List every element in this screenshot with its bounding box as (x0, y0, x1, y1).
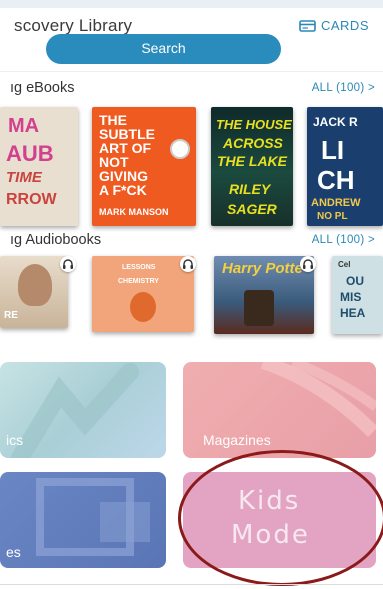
ebook-3-line-2: ACROSS (223, 135, 283, 151)
ebook-2-line-3: ART OF (99, 140, 152, 156)
cards-button[interactable]: CARDS (299, 18, 369, 33)
ebook-2-line-5: GIVING (99, 168, 149, 184)
audiobook-4-line-3: MIS (340, 290, 362, 304)
ebook-2-author: MARK MANSON (99, 207, 169, 217)
ebook-cover-2[interactable]: THE SUBTLE ART OF NOT GIVING A F*CK MARK… (92, 107, 196, 226)
ebook-3-line-3: THE LAKE (217, 153, 287, 169)
audiobook-2-line-2: CHEMISTRY (118, 278, 159, 285)
audiobook-cover-1[interactable]: RE (0, 256, 68, 328)
ebook-3-line-1: THE HOUSE (216, 117, 292, 132)
ebook-cover-1[interactable]: MA AUB TIME RROW (0, 107, 78, 226)
audiobook-cover-4[interactable]: Cel OU MIS HEA (332, 256, 383, 334)
headphones-icon (300, 256, 316, 272)
ebook-4-line-3: CH (317, 165, 355, 195)
card-icon (299, 19, 316, 32)
ebook-2-line-4: NOT (99, 154, 129, 170)
comics-tile-label: ics (6, 432, 24, 448)
film-pattern-icon (36, 478, 150, 556)
cards-label: CARDS (320, 18, 369, 33)
portrait-image (18, 264, 52, 306)
audiobook-4-line-1: Cel (338, 260, 351, 269)
magazines-tile[interactable]: Magazines (183, 362, 376, 458)
movies-tile[interactable]: es (0, 472, 166, 568)
audiobook-cover-3[interactable]: Harry Potte (214, 256, 314, 334)
magazines-tile-label: Magazines (203, 432, 271, 448)
bottom-divider (0, 584, 383, 585)
ebook-1-line-4: RROW (6, 191, 57, 208)
audiobooks-all-link[interactable]: ALL (100) > (312, 234, 375, 246)
ebook-4-line-2: LI (321, 135, 345, 165)
audiobook-3-line-1: Harry Potte (222, 260, 303, 277)
comics-pattern-icon (11, 363, 139, 458)
ebooks-all-link[interactable]: ALL (100) > (312, 82, 375, 94)
ebook-2-line-2: SUBTLE (99, 126, 155, 142)
ebook-cover-4[interactable]: JACK R LI CH ANDREW NO PL (307, 107, 383, 226)
audiobooks-section-title: ıg Audiobooks (10, 232, 102, 248)
audiobook-cover-2[interactable]: LESSONS CHEMISTRY (92, 256, 194, 332)
ebook-4-line-5: NO PL (317, 211, 348, 222)
movies-tile-label: es (6, 544, 21, 560)
ebook-1-line-1: MA (8, 115, 40, 137)
ebook-3-line-4: RILEY (229, 181, 271, 197)
illustration-image (130, 292, 156, 322)
audiobook-4-line-4: HEA (340, 306, 366, 320)
ebook-1-line-2: AUB (6, 141, 54, 166)
annotation-circle (178, 450, 383, 586)
illustration-image (244, 290, 274, 326)
ebook-1-line-3: TIME (6, 169, 42, 186)
headphones-icon (180, 256, 196, 272)
ebook-2-line-1: THE (99, 112, 127, 128)
comics-tile[interactable]: ics (0, 362, 166, 458)
ebook-3-line-5: SAGER (227, 201, 277, 217)
ebook-2-line-6: A F*CK (99, 182, 147, 198)
top-accent-bar (0, 0, 383, 8)
ebook-cover-3[interactable]: THE HOUSE ACROSS THE LAKE RILEY SAGER (211, 107, 293, 226)
badge-icon (170, 139, 190, 159)
search-button[interactable]: Search (46, 34, 281, 64)
audiobook-4-line-2: OU (346, 274, 364, 288)
header-divider (0, 71, 383, 72)
ebooks-section-title: ıg eBooks (10, 80, 75, 96)
page-title: scovery Library (14, 16, 133, 35)
audiobook-2-line-1: LESSONS (122, 264, 156, 271)
ebook-4-line-1: JACK R (313, 115, 358, 129)
audiobook-1-line-1: RE (4, 310, 18, 321)
headphones-icon (60, 256, 76, 272)
ebook-4-line-4: ANDREW (311, 197, 361, 209)
